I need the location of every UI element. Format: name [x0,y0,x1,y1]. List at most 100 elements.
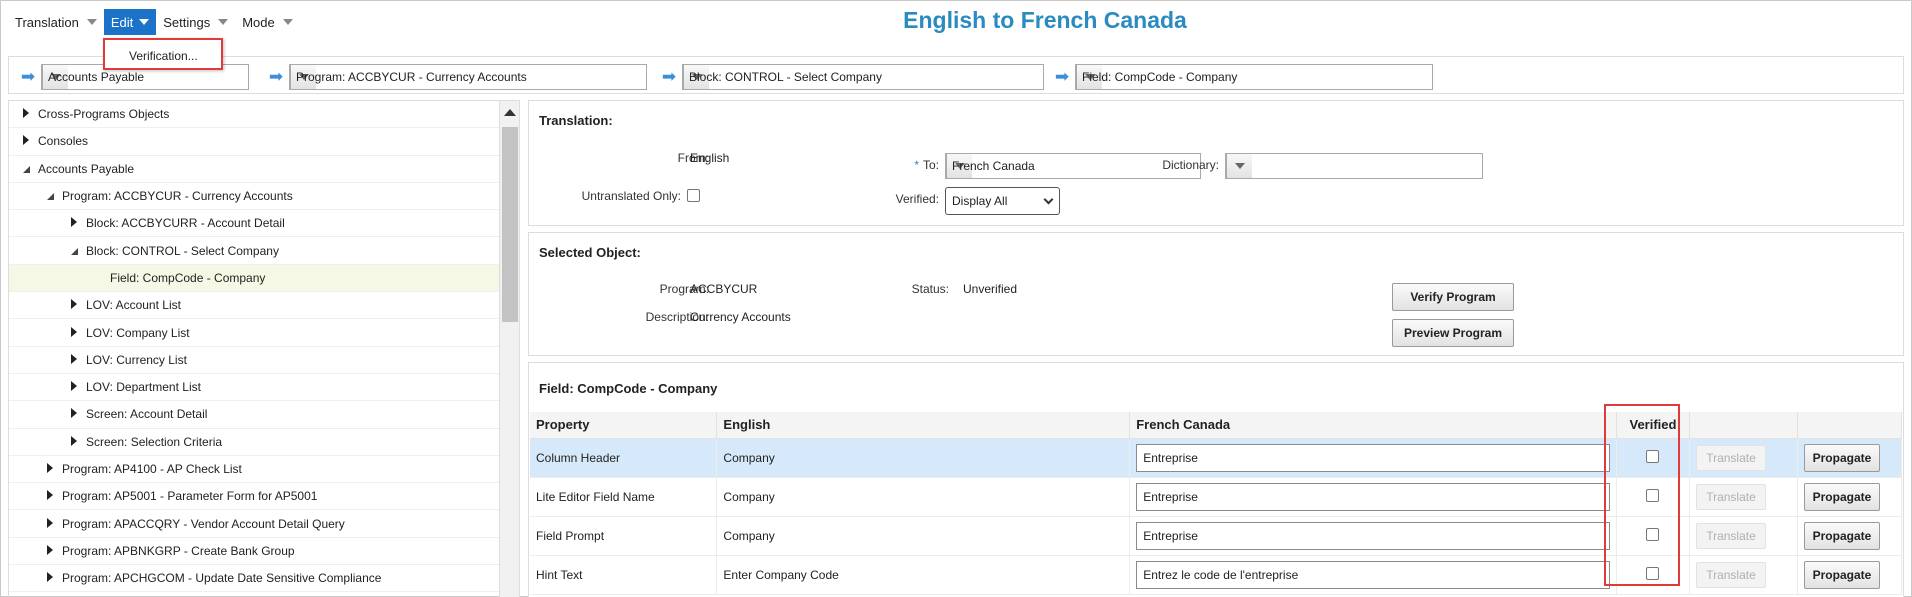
breadcrumb-field: ➡ Field: CompCode - Company [1049,64,1433,90]
expand-icon[interactable] [68,353,80,367]
french-translation-input[interactable]: Entreprise [1136,443,1610,472]
verified-filter-label: Verified: [895,192,939,206]
table-row[interactable]: Lite Editor Field Name Company Entrepris… [530,477,1903,517]
expand-icon[interactable] [68,380,80,394]
propagate-button[interactable]: Propagate [1803,482,1880,511]
tree-item[interactable]: LOV: Account List [9,292,519,320]
french-translation-input[interactable]: Entreprise [1136,482,1610,511]
tree-item[interactable]: LOV: Company List [9,319,519,347]
verified-checkbox[interactable] [1646,488,1660,502]
tree-scrollbar[interactable] [499,101,519,597]
to-label: * To: [914,158,939,172]
tree-item[interactable]: Program: APACCQRY - Vendor Account Detai… [9,510,519,538]
property-cell: Field Prompt [530,516,718,556]
translate-button[interactable]: Translate [1695,561,1766,588]
tree-item[interactable]: Consoles [9,128,519,156]
arrow-right-icon: ➡ [661,67,677,86]
translate-button[interactable]: Translate [1695,522,1766,549]
column-header-french-canada: French Canada [1129,412,1617,439]
verified-cell [1616,438,1690,478]
expand-icon[interactable] [68,435,80,449]
dictionary-label: Dictionary: [1162,158,1219,172]
verified-checkbox[interactable] [1646,566,1660,580]
english-cell: Company [716,438,1131,478]
table-row[interactable]: Field Prompt Company Entreprise Translat… [530,516,1903,556]
tree-item[interactable]: LOV: Department List [9,374,519,402]
dropdown-button[interactable] [1226,154,1252,178]
verified-checkbox[interactable] [1646,449,1660,463]
propagate-button[interactable]: Propagate [1803,443,1880,472]
tree-item[interactable]: Block: ACCBYCURR - Account Detail [9,210,519,238]
tree-item[interactable]: Screen: Selection Criteria [9,429,519,456]
expand-icon[interactable] [68,298,80,312]
table-row[interactable]: Column Header Company Entreprise Transla… [530,438,1903,478]
expand-icon[interactable] [44,571,56,585]
propagate-button[interactable]: Propagate [1803,560,1880,589]
field-combo[interactable]: Field: CompCode - Company [1075,64,1433,90]
property-cell: Lite Editor Field Name [530,477,718,517]
verified-filter-select[interactable]: Display All [945,187,1060,215]
description-label: Description: [645,310,709,324]
verified-cell [1616,555,1690,595]
expand-icon[interactable] [44,517,56,531]
required-marker: * [914,158,919,172]
breadcrumb: ➡ Accounts Payable ➡ Program: ACCBYCUR -… [8,56,1904,94]
chevron-down-icon [1234,163,1245,169]
scroll-up-icon[interactable] [504,109,516,116]
program-combo[interactable]: Program: ACCBYCUR - Currency Accounts [289,64,647,90]
selected-object-panel: Selected Object: Program: ACCBYCUR Descr… [528,232,1904,356]
expand-icon[interactable] [68,216,80,230]
expand-icon[interactable] [68,326,80,340]
column-header-verified: Verified [1616,412,1690,439]
tree-item[interactable]: Program: ACCBYCUR - Currency Accounts [9,183,519,211]
translate-button[interactable]: Translate [1695,444,1766,471]
dictionary-combo[interactable] [1225,153,1483,179]
verified-cell [1616,516,1690,556]
block-combo[interactable]: Block: CONTROL - Select Company [682,64,1044,90]
verification-menu-item[interactable]: Verification... [105,40,221,63]
french-translation-input[interactable]: Entrez le code de l'entreprise [1136,560,1610,589]
tree-item[interactable]: Screen: Account Detail [9,401,519,429]
collapse-icon[interactable] [44,189,56,203]
untranslated-only-label: Untranslated Only: [581,189,681,203]
expand-icon[interactable] [68,407,80,421]
translate-cell: Translate [1689,555,1798,595]
english-cell: Company [716,516,1131,556]
selected-object-title: Selected Object: [539,245,641,260]
verified-checkbox[interactable] [1646,527,1660,541]
table-row[interactable]: Hint Text Enter Company Code Entrez le c… [530,555,1903,595]
collapse-icon[interactable] [20,162,32,176]
untranslated-only-checkbox[interactable] [687,189,700,202]
tree-item[interactable]: Program: APBNKGRP - Create Bank Group [9,538,519,566]
column-header-propagate [1797,412,1903,439]
field-grid: Property English French Canada Verified … [530,412,1903,595]
translate-button[interactable]: Translate [1695,483,1766,510]
tree-item-selected[interactable]: Field: CompCode - Company [9,264,519,293]
french-translation-input[interactable]: Entreprise [1136,521,1610,550]
expand-icon[interactable] [44,462,56,476]
propagate-button[interactable]: Propagate [1803,521,1880,550]
scroll-thumb[interactable] [502,127,518,322]
expand-icon[interactable] [44,489,56,503]
program-label: Program: [659,282,709,296]
propagate-cell: Propagate [1797,516,1903,556]
tree-item[interactable]: Accounts Payable [9,156,519,183]
tree-item[interactable]: Block: CONTROL - Select Company [9,237,519,265]
status-value: Unverified [963,282,1018,296]
column-header-translate [1689,412,1798,439]
propagate-cell: Propagate [1797,438,1903,478]
preview-program-button[interactable]: Preview Program [1392,319,1514,347]
grid-header-row: Property English French Canada Verified [530,412,1903,439]
expand-icon[interactable] [20,107,32,121]
expand-icon[interactable] [44,544,56,558]
tree-item[interactable]: Cross-Programs Objects [9,101,519,129]
breadcrumb-block: ➡ Block: CONTROL - Select Company [656,64,1044,90]
tree-item[interactable]: Program: APCHGCOM - Update Date Sensitiv… [9,565,519,593]
tree-item[interactable]: Program: AP5001 - Parameter Form for AP5… [9,483,519,511]
verify-program-button[interactable]: Verify Program [1392,283,1514,311]
translation-panel: Translation: From: English Untranslated … [528,100,1904,226]
tree-item[interactable]: LOV: Currency List [9,347,519,374]
collapse-icon[interactable] [68,244,80,258]
expand-icon[interactable] [20,134,32,148]
tree-item[interactable]: Program: AP4100 - AP Check List [9,456,519,484]
